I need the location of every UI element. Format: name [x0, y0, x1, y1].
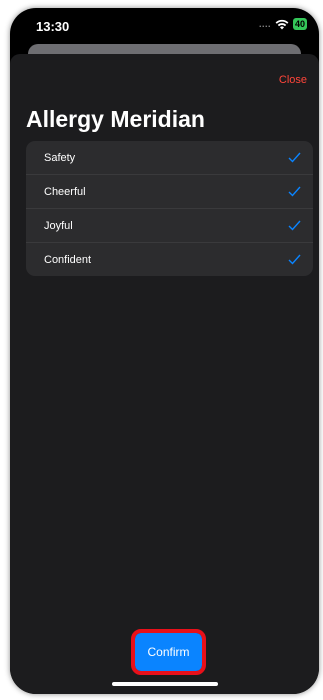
battery-icon: 40 [292, 18, 307, 30]
list-item-cheerful[interactable]: Cheerful [26, 175, 313, 209]
checkmark-icon [288, 220, 301, 231]
list-item-label: Cheerful [44, 185, 86, 198]
wifi-icon [275, 19, 289, 29]
checkmark-icon [288, 254, 301, 265]
list-item-label: Safety [44, 151, 76, 164]
list-item-joyful[interactable]: Joyful [26, 209, 313, 243]
status-bar: 13:30 .... 40 [10, 8, 319, 46]
status-icons: .... 40 [259, 18, 307, 30]
home-indicator [112, 682, 218, 686]
signal-icon: .... [258, 19, 271, 29]
phone-frame: 13:30 .... 40 Close Allergy Meridian Saf… [10, 8, 319, 694]
modal-sheet: Close Allergy Meridian Safety Cheerful J… [10, 54, 319, 694]
checkmark-icon [288, 186, 301, 197]
page-title: Allergy Meridian [26, 106, 205, 132]
list-item-safety[interactable]: Safety [26, 141, 313, 175]
list-item-label: Confident [44, 253, 92, 266]
options-list: Safety Cheerful Joyful Confident [26, 141, 313, 276]
list-item-confident[interactable]: Confident [26, 243, 313, 276]
close-button[interactable]: Close [279, 74, 307, 86]
status-time: 13:30 [36, 19, 70, 34]
list-item-label: Joyful [44, 219, 73, 232]
checkmark-icon [288, 152, 301, 163]
confirm-button[interactable]: Confirm [131, 629, 206, 675]
